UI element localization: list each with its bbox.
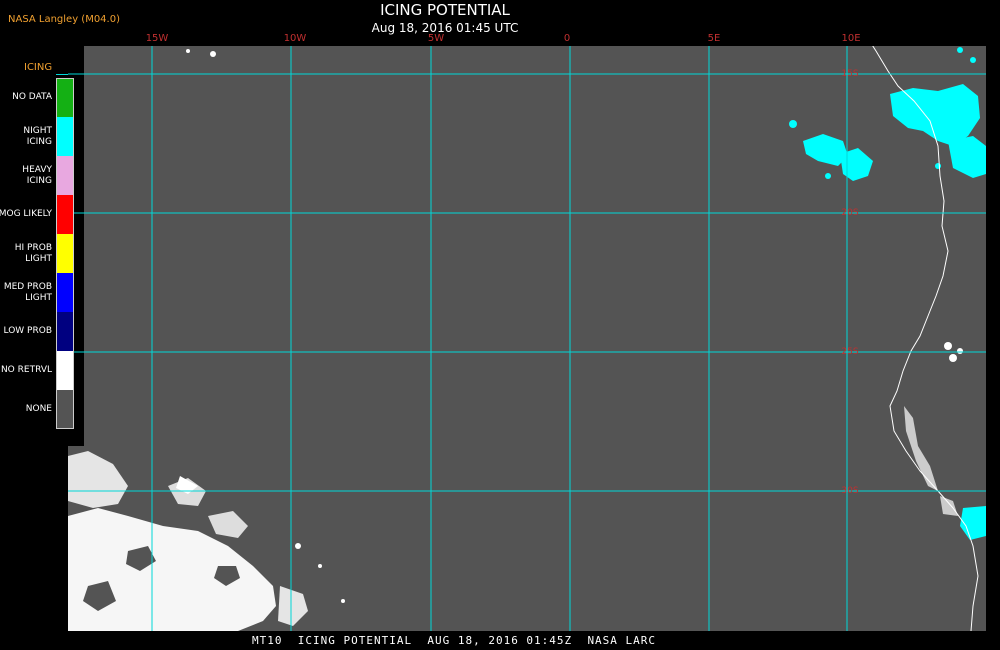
icing-legend: NO DATA NIGHT ICING HEAVY ICING MOG LIKE… (0, 78, 76, 429)
lon-label-5w: 5W (427, 33, 445, 44)
legend-label: NONE (25, 404, 52, 414)
legend-swatch (57, 351, 74, 390)
lat-label-30s: 30S (841, 486, 859, 496)
map-graphics (68, 46, 986, 631)
legend-label: HI PROB LIGHT (14, 242, 52, 264)
map-title: ICING POTENTIAL (380, 1, 510, 19)
lon-label-5e: 5E (707, 33, 721, 44)
lon-label-0: 0 (563, 33, 571, 44)
legend-swatch (57, 273, 74, 312)
footer-datetime: AUG 18, 2016 01:45Z (427, 634, 573, 647)
map-image (68, 46, 986, 631)
legend-item-night-icing: NIGHT ICING (0, 117, 76, 156)
legend-item-mog-likely: MOG LIKELY (0, 195, 76, 234)
grid-tick-15s (56, 74, 68, 75)
legend-item-med-prob-light: MED PROB LIGHT (0, 273, 76, 312)
night-icing-clouds (789, 47, 986, 540)
lon-label-15w: 15W (145, 33, 169, 44)
legend-label: MED PROB LIGHT (3, 281, 52, 303)
legend-label: NIGHT ICING (23, 125, 52, 147)
footer-satellite: MT10 (252, 634, 283, 647)
legend-label: HEAVY ICING (22, 164, 52, 186)
legend-swatch (57, 195, 74, 234)
footer-product: ICING POTENTIAL (297, 634, 413, 647)
legend-swatch (57, 234, 74, 273)
legend-label: NO DATA (12, 92, 52, 102)
legend-swatch (57, 156, 74, 195)
legend-label: LOW PROB (3, 326, 52, 336)
legend-label: MOG LIKELY (0, 209, 52, 219)
legend-item-low-prob: LOW PROB (0, 312, 76, 351)
legend-item-no-data: NO DATA (0, 78, 76, 117)
legend-item-none: NONE (0, 390, 76, 429)
legend-item-heavy-icing: HEAVY ICING (0, 156, 76, 195)
legend-swatch (57, 117, 74, 156)
legend-title: ICING (24, 62, 53, 73)
legend-swatch (57, 312, 74, 351)
legend-swatch (57, 78, 74, 117)
legend-item-no-retrvl: NO RETRVL (0, 351, 76, 390)
lon-label-10e: 10E (841, 33, 861, 44)
lat-label-20s: 20S (841, 208, 859, 218)
footer-agency: NASA LARC (587, 634, 657, 647)
legend-label: NO RETRVL (0, 365, 52, 375)
lat-label-15s: 15S (841, 69, 859, 79)
map-subtitle: Aug 18, 2016 01:45 UTC (371, 21, 519, 35)
lat-label-25s: 25S (841, 347, 859, 357)
legend-item-hi-prob-light: HI PROB LIGHT (0, 234, 76, 273)
lon-label-10w: 10W (283, 33, 307, 44)
legend-swatch (57, 390, 74, 429)
footer-bar: MT10 ICING POTENTIAL AUG 18, 2016 01:45Z… (252, 634, 656, 647)
